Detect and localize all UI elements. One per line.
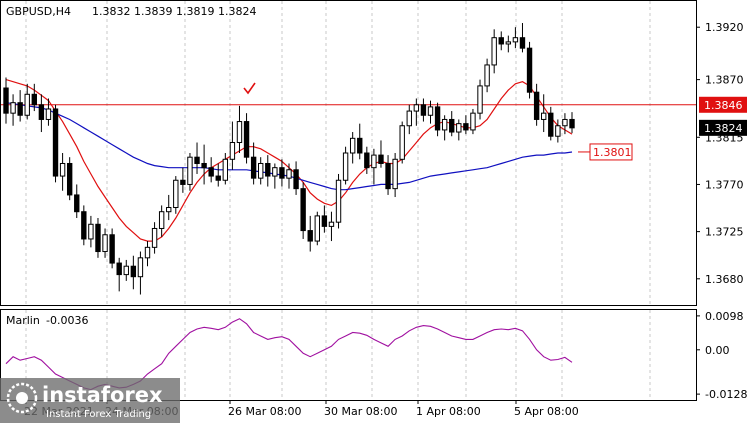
price-panel: 1.3801 1.39201.38701.38151.37701.37251.3…	[0, 0, 756, 306]
candle	[81, 205, 87, 246]
indicator-value: -0.0036	[46, 314, 88, 327]
time-tick-label: 1 Apr 08:00	[416, 405, 481, 418]
price-tick-label: 1.3725	[705, 226, 744, 239]
price-tick-label: 1.3920	[705, 21, 744, 34]
chart-header: GBPUSD,H4	[6, 5, 71, 18]
candle	[66, 157, 73, 201]
candle	[52, 104, 59, 183]
indicator-label: Marlin	[6, 314, 40, 327]
candle	[109, 228, 115, 269]
time-tick-label: 30 Mar 08:00	[324, 405, 397, 418]
candle	[300, 182, 306, 239]
forex-chart[interactable]: 1.3801 1.39201.38701.38151.37701.37251.3…	[0, 0, 756, 423]
price-tick-label: 1.3770	[705, 178, 744, 191]
price-tick-label: 1.3870	[705, 74, 744, 87]
current-price-label: 1.3824	[704, 122, 743, 135]
candle	[477, 79, 483, 120]
time-tick-label: 26 Mar 08:00	[228, 405, 301, 418]
watermark-tagline: Instant Forex Trading	[46, 409, 151, 420]
oscillator-tick-label: -0.0128	[705, 388, 747, 401]
candle	[470, 108, 476, 135]
candle	[335, 173, 342, 229]
time-tick-label: 5 Apr 08:00	[514, 405, 579, 418]
oscillator-tick-label: 0.00	[705, 344, 730, 357]
watermark: instaforex Instant Forex Trading	[0, 378, 180, 423]
level-price-label: 1.3846	[704, 99, 743, 112]
ma-value-label: 1.3801	[593, 146, 632, 159]
candle	[95, 217, 101, 258]
price-tick-label: 1.3680	[705, 273, 744, 286]
watermark-brand: instaforex	[42, 383, 163, 407]
candle	[526, 41, 533, 99]
oscillator-tick-label: 0.0098	[705, 310, 744, 323]
candle	[399, 121, 405, 164]
candle	[314, 211, 320, 246]
ohlc-values: 1.3832 1.3839 1.3819 1.3824	[92, 5, 256, 18]
